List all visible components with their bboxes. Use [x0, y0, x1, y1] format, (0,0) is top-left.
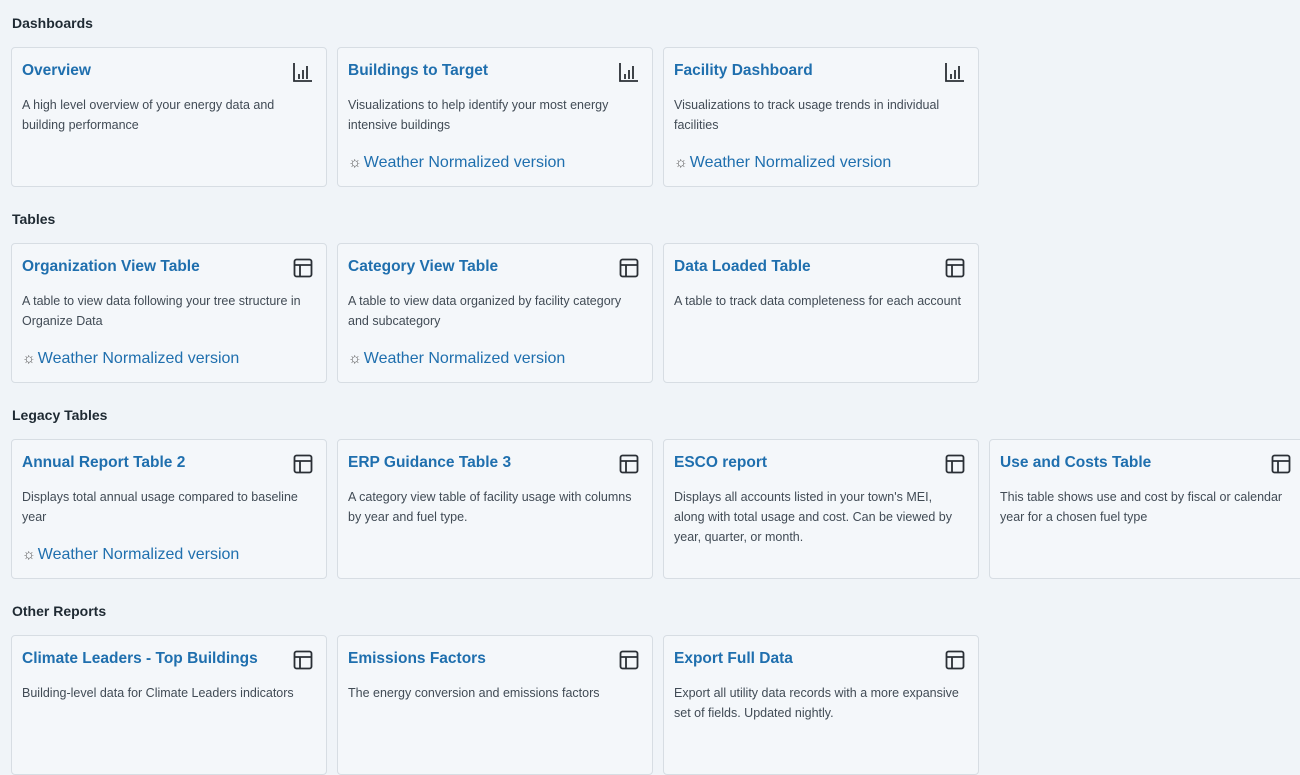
card-title-link[interactable]: Annual Report Table 2: [22, 454, 185, 472]
weather-normalized-link[interactable]: ☼ Weather Normalized version: [674, 154, 891, 172]
card-description: A table to track data completeness for e…: [674, 294, 961, 308]
table-icon: [293, 650, 313, 670]
sun-icon: ☼: [674, 154, 688, 171]
card-title-link[interactable]: Use and Costs Table: [1000, 454, 1151, 472]
card-title-link[interactable]: Buildings to Target: [348, 62, 488, 80]
card-description: A table to view data organized by facili…: [348, 294, 622, 328]
weather-normalized-label: Weather Normalized version: [689, 154, 892, 171]
card-title-link[interactable]: Data Loaded Table: [674, 258, 811, 276]
report-card[interactable]: Data Loaded Table A table to track data c…: [663, 243, 979, 383]
bar-chart-icon: [619, 63, 638, 82]
card-description: A table to view data following your tree…: [22, 294, 301, 328]
weather-normalized-label: Weather Normalized version: [37, 546, 240, 563]
weather-normalized-label: Weather Normalized version: [37, 350, 240, 367]
card-title-link[interactable]: Export Full Data: [674, 650, 793, 668]
card-description: Displays all accounts listed in your tow…: [674, 490, 952, 544]
table-icon: [619, 650, 639, 670]
table-icon: [619, 258, 639, 278]
table-icon: [1271, 454, 1291, 474]
card-description: A high level overview of your energy dat…: [22, 98, 275, 132]
report-card[interactable]: Climate Leaders - Top Buildings Building-…: [11, 635, 327, 775]
report-card[interactable]: ESCO report Displays all accounts listed …: [663, 439, 979, 579]
card-description: This table shows use and cost by fiscal …: [1000, 490, 1283, 524]
sun-icon: ☼: [22, 546, 36, 563]
weather-normalized-link[interactable]: ☼ Weather Normalized version: [22, 546, 239, 564]
card-title-link[interactable]: Category View Table: [348, 258, 498, 276]
report-card[interactable]: Use and Costs Table This table shows use …: [989, 439, 1300, 579]
report-card[interactable]: ERP Guidance Table 3 A category view tabl…: [337, 439, 653, 579]
table-icon: [293, 258, 313, 278]
weather-normalized-link[interactable]: ☼ Weather Normalized version: [348, 154, 565, 172]
card-description: Export all utility data records with a m…: [674, 686, 959, 720]
card-description: Building-level data for Climate Leaders …: [22, 686, 294, 700]
weather-normalized-label: Weather Normalized version: [363, 350, 566, 367]
weather-normalized-link[interactable]: ☼ Weather Normalized version: [348, 350, 565, 368]
card-title-link[interactable]: Climate Leaders - Top Buildings: [22, 650, 258, 668]
table-icon: [945, 454, 965, 474]
section-title: Legacy Tables: [12, 407, 108, 423]
table-icon: [945, 258, 965, 278]
report-card[interactable]: Organization View Table A table to view d…: [11, 243, 327, 383]
card-title-link[interactable]: Organization View Table: [22, 258, 200, 276]
report-card[interactable]: Category View Table A table to view data …: [337, 243, 653, 383]
weather-normalized-label: Weather Normalized version: [363, 154, 566, 171]
report-card[interactable]: Annual Report Table 2 Displays total annu…: [11, 439, 327, 579]
card-description: A category view table of facility usage …: [348, 490, 632, 524]
sun-icon: ☼: [22, 350, 36, 367]
card-title-link[interactable]: Overview: [22, 62, 91, 80]
table-icon: [945, 650, 965, 670]
card-title-link[interactable]: Emissions Factors: [348, 650, 486, 668]
card-description: The energy conversion and emissions fact…: [348, 686, 600, 700]
report-card[interactable]: Emissions Factors The energy conversion a…: [337, 635, 653, 775]
report-card[interactable]: Export Full Data Export all utility data …: [663, 635, 979, 775]
card-title-link[interactable]: ESCO report: [674, 454, 767, 472]
sun-icon: ☼: [348, 350, 362, 367]
card-description: Visualizations to help identify your mos…: [348, 98, 609, 132]
section-title: Dashboards: [12, 15, 93, 31]
report-card[interactable]: Overview A high level overview of your en…: [11, 47, 327, 187]
bar-chart-icon: [293, 63, 312, 82]
card-description: Visualizations to track usage trends in …: [674, 98, 940, 132]
report-card[interactable]: Buildings to Target Visualizations to hel…: [337, 47, 653, 187]
table-icon: [619, 454, 639, 474]
card-description: Displays total annual usage compared to …: [22, 490, 298, 524]
weather-normalized-link[interactable]: ☼ Weather Normalized version: [22, 350, 239, 368]
section-title: Other Reports: [12, 603, 107, 619]
sun-icon: ☼: [348, 154, 362, 171]
card-title-link[interactable]: Facility Dashboard: [674, 62, 813, 80]
section-title: Tables: [12, 211, 56, 227]
bar-chart-icon: [945, 63, 964, 82]
table-icon: [293, 454, 313, 474]
card-title-link[interactable]: ERP Guidance Table 3: [348, 454, 511, 472]
report-card[interactable]: Facility Dashboard Visualizations to trac…: [663, 47, 979, 187]
